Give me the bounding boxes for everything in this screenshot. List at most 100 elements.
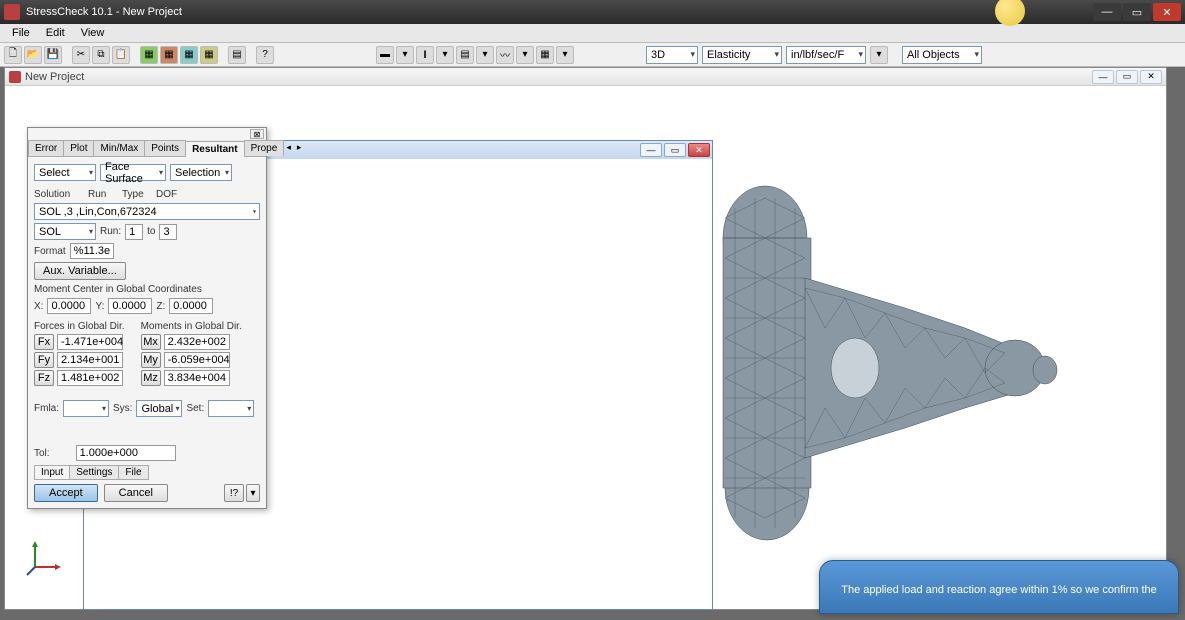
new-icon[interactable]: 🗋 [4, 46, 22, 64]
tool-icon-1[interactable]: ▦ [140, 46, 158, 64]
surface-select[interactable]: Face Surface [100, 164, 166, 181]
save-icon[interactable]: 💾 [44, 46, 62, 64]
callout-text: The applied load and reaction agree with… [841, 584, 1157, 596]
analysis-select[interactable]: Elasticity [702, 46, 782, 64]
menu-edit[interactable]: Edit [38, 25, 73, 41]
dimension-select[interactable]: 3D [646, 46, 698, 64]
fy-button[interactable]: Fy [34, 352, 54, 368]
help-dropdown-button[interactable]: ▾ [246, 484, 260, 502]
mdi-workspace: New Project — ▭ ✕ — ▭ ✕ [0, 67, 1185, 620]
fz-button[interactable]: Fz [34, 370, 54, 386]
window-maximize-button[interactable]: ▭ [1123, 3, 1151, 21]
tab-error[interactable]: Error [28, 140, 64, 156]
dropdown-icon[interactable]: ▾ [436, 46, 454, 64]
app-icon [4, 4, 20, 20]
sys-label: Sys: [113, 403, 132, 414]
y-input[interactable]: 0.0000 [108, 298, 152, 314]
sub-minimize-button[interactable]: — [1092, 70, 1114, 84]
objects-select[interactable]: All Objects [902, 46, 982, 64]
viewport-minimize-button[interactable]: — [640, 143, 662, 157]
tab-plot[interactable]: Plot [63, 140, 94, 156]
layer-tool-icon[interactable]: ▤ [456, 46, 474, 64]
solution-line-select[interactable]: SOL ,3 ,Lin,Con,672324 [34, 203, 260, 220]
copy-icon[interactable]: ⧉ [92, 46, 110, 64]
fmla-label: Fmla: [34, 403, 59, 414]
cut-icon[interactable]: ✂ [72, 46, 90, 64]
select-mode[interactable]: Select [34, 164, 96, 181]
tol-input[interactable]: 1.000e+000 [76, 445, 176, 461]
mz-value[interactable]: 3.834e+004 [164, 370, 230, 386]
solution-header: Solution [34, 189, 84, 200]
window-minimize-button[interactable]: — [1093, 3, 1121, 21]
menu-view[interactable]: View [73, 25, 113, 41]
sub-restore-button[interactable]: ▭ [1116, 70, 1138, 84]
mesh-tool-icon[interactable]: ▦ [536, 46, 554, 64]
results-dialog: ⊠ Error Plot Min/Max Points Resultant Pr… [27, 127, 267, 509]
shape-tool-1[interactable]: ▬ [376, 46, 394, 64]
selection-select[interactable]: Selection [170, 164, 232, 181]
run-to-input[interactable]: 3 [159, 224, 177, 240]
format-label: Format [34, 246, 66, 257]
main-toolbar: 🗋 📂 💾 ✂ ⧉ 📋 ▦ ▦ ▦ ▦ ▤ ? ▬ ▾ I ▾ ▤ ▾ 〰 ▾ … [0, 43, 1185, 67]
aux-variable-button[interactable]: Aux. Variable... [34, 262, 126, 280]
units-select[interactable]: in/lbf/sec/F [786, 46, 866, 64]
run-header: Run [88, 189, 118, 200]
fy-value[interactable]: 2.134e+001 [57, 352, 123, 368]
tool-icon-3[interactable]: ▦ [180, 46, 198, 64]
set-select[interactable] [208, 400, 254, 417]
tab-properties[interactable]: Prope [244, 140, 285, 156]
run-from-input[interactable]: 1 [125, 224, 143, 240]
mz-button[interactable]: Mz [141, 370, 161, 386]
sys-select[interactable]: Global [136, 400, 182, 417]
help-button[interactable]: !? [224, 484, 244, 502]
fmla-select[interactable] [63, 400, 109, 417]
tool-icon-5[interactable]: ▤ [228, 46, 246, 64]
tool-icon-4[interactable]: ▦ [200, 46, 218, 64]
project-title: New Project [25, 71, 1090, 83]
tutorial-callout: The applied load and reaction agree with… [819, 560, 1179, 614]
units-more-icon[interactable]: ▾ [870, 46, 888, 64]
dialog-close-button[interactable]: ⊠ [250, 129, 264, 139]
dropdown-icon[interactable]: ▾ [556, 46, 574, 64]
sol-select[interactable]: SOL [34, 223, 96, 240]
axes-gizmo [23, 539, 63, 579]
dropdown-icon[interactable]: ▾ [516, 46, 534, 64]
tab-resultant[interactable]: Resultant [185, 141, 245, 157]
fx-value[interactable]: -1.471e+004 [57, 334, 123, 350]
curve-tool-icon[interactable]: 〰 [496, 46, 514, 64]
accept-button[interactable]: Accept [34, 484, 98, 502]
fx-button[interactable]: Fx [34, 334, 54, 350]
fz-value[interactable]: 1.481e+002 [57, 370, 123, 386]
my-button[interactable]: My [141, 352, 161, 368]
open-icon[interactable]: 📂 [24, 46, 42, 64]
dropdown-icon[interactable]: ▾ [396, 46, 414, 64]
z-input[interactable]: 0.0000 [169, 298, 213, 314]
my-value[interactable]: -6.059e+004 [164, 352, 230, 368]
tab-scroll-right[interactable]: ▸ [294, 140, 305, 156]
mesh-model[interactable] [705, 178, 1065, 548]
tab-points[interactable]: Points [144, 140, 186, 156]
x-input[interactable]: 0.0000 [47, 298, 91, 314]
paste-icon[interactable]: 📋 [112, 46, 130, 64]
help-icon[interactable]: ? [256, 46, 274, 64]
tab-minmax[interactable]: Min/Max [93, 140, 145, 156]
mx-value[interactable]: 2.432e+002 [164, 334, 230, 350]
bottom-tab-input[interactable]: Input [34, 465, 70, 480]
forces-label: Forces in Global Dir. [34, 321, 125, 332]
bottom-tab-file[interactable]: File [118, 465, 148, 480]
run-label: Run: [100, 226, 121, 237]
dropdown-icon[interactable]: ▾ [476, 46, 494, 64]
sub-close-button[interactable]: ✕ [1140, 70, 1162, 84]
bottom-tab-settings[interactable]: Settings [69, 465, 119, 480]
tab-scroll-left[interactable]: ◂ [283, 140, 294, 156]
window-close-button[interactable]: ✕ [1153, 3, 1181, 21]
cancel-button[interactable]: Cancel [104, 484, 168, 502]
mx-button[interactable]: Mx [141, 334, 161, 350]
window-title: StressCheck 10.1 - New Project [26, 6, 1091, 18]
viewport-restore-button[interactable]: ▭ [664, 143, 686, 157]
tool-icon-2[interactable]: ▦ [160, 46, 178, 64]
format-input[interactable]: %11.3e [70, 243, 114, 259]
menu-file[interactable]: File [4, 25, 38, 41]
text-tool-icon[interactable]: I [416, 46, 434, 64]
viewport-close-button[interactable]: ✕ [688, 143, 710, 157]
